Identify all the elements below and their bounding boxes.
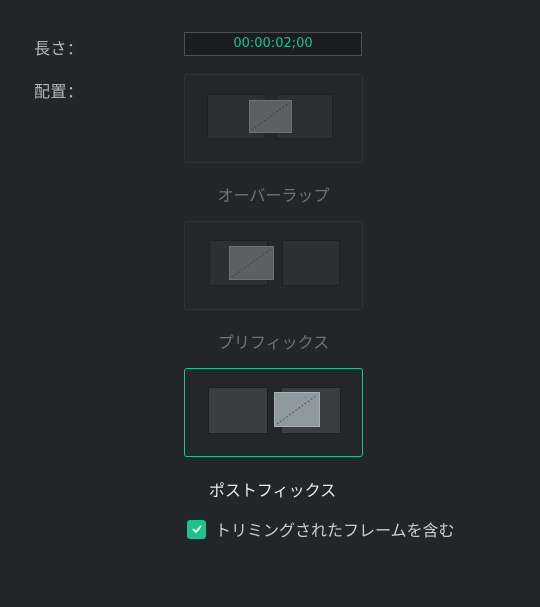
include-trimmed-frames-checkbox[interactable] [187, 519, 206, 539]
diagonal-line-icon [251, 102, 290, 131]
placement-option-overlap[interactable] [184, 74, 363, 163]
include-trimmed-frames-checkbox-row[interactable]: トリミングされたフレームを含む [187, 518, 455, 540]
placement-option-postfix-label: ポストフィックス [208, 481, 337, 500]
clip-a [208, 387, 268, 434]
checkmark-icon [192, 525, 201, 533]
transition-block [229, 246, 274, 280]
transition-block [249, 100, 292, 133]
transition-block [274, 392, 320, 427]
length-label: 長さ： [34, 39, 84, 58]
transition-settings-panel: 長さ： 00:00:02;00 配置： オーバーラップ プリフィックス ポストフ… [0, 0, 540, 607]
clip-b [282, 240, 340, 286]
diagonal-line-icon [276, 394, 318, 425]
placement-label: 配置： [34, 82, 84, 101]
placement-option-prefix[interactable] [184, 221, 363, 310]
include-trimmed-frames-label: トリミングされたフレームを含む [215, 521, 455, 540]
placement-option-postfix[interactable] [184, 368, 363, 457]
duration-field[interactable]: 00:00:02;00 [184, 32, 362, 56]
diagonal-line-icon [231, 248, 272, 278]
placement-option-overlap-label: オーバーラップ [217, 186, 330, 205]
placement-option-prefix-label: プリフィックス [217, 333, 330, 352]
